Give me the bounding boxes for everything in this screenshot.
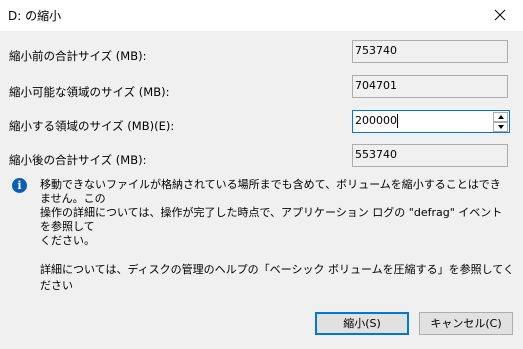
info-line-3: ください。 [40, 234, 95, 247]
chevron-down-icon [498, 125, 504, 129]
window-title: D: の縮小 [8, 9, 62, 23]
available-label: 縮小可能な領域のサイズ (MB): [9, 85, 170, 99]
shrink-dialog: D: の縮小 縮小前の合計サイズ (MB): 753740 縮小可能な領域のサイ… [0, 0, 523, 349]
dialog-content: 縮小前の合計サイズ (MB): 753740 縮小可能な領域のサイズ (MB):… [0, 31, 523, 349]
info-icon: i [12, 178, 27, 193]
total-before-label: 縮小前の合計サイズ (MB): [9, 49, 147, 63]
shrink-button[interactable]: 縮小(S) [315, 312, 409, 335]
cancel-button[interactable]: キャンセル(C) [419, 312, 513, 335]
total-before-field: 753740 [352, 40, 508, 63]
close-icon [494, 9, 506, 21]
close-button[interactable] [487, 2, 513, 28]
shrink-amount-label: 縮小する領域のサイズ (MB)(E): [9, 119, 175, 133]
total-after-field: 553740 [352, 144, 508, 167]
spin-up-button[interactable] [493, 112, 508, 122]
title-bar: D: の縮小 [0, 0, 523, 30]
shrink-amount-input[interactable]: 200000 [355, 114, 397, 127]
info-line-1: 移動できないファイルが格納されている場所までも含めて、ボリュームを縮小することは… [40, 178, 501, 205]
info-message: 移動できないファイルが格納されている場所までも含めて、ボリュームを縮小することは… [40, 178, 510, 248]
text-caret [397, 114, 398, 128]
spin-down-button[interactable] [493, 122, 508, 132]
chevron-up-icon [498, 115, 504, 119]
available-field: 704701 [352, 75, 508, 98]
help-text: 詳細については、ディスクの管理のヘルプの「ベーシック ボリュームを圧縮する」を参… [40, 263, 514, 292]
total-after-label: 縮小後の合計サイズ (MB): [9, 153, 147, 167]
info-line-2: 操作の詳細については、操作が完了した時点で、アプリケーション ログの "defr… [40, 206, 503, 233]
shrink-amount-spinner[interactable]: 200000 [352, 110, 510, 133]
